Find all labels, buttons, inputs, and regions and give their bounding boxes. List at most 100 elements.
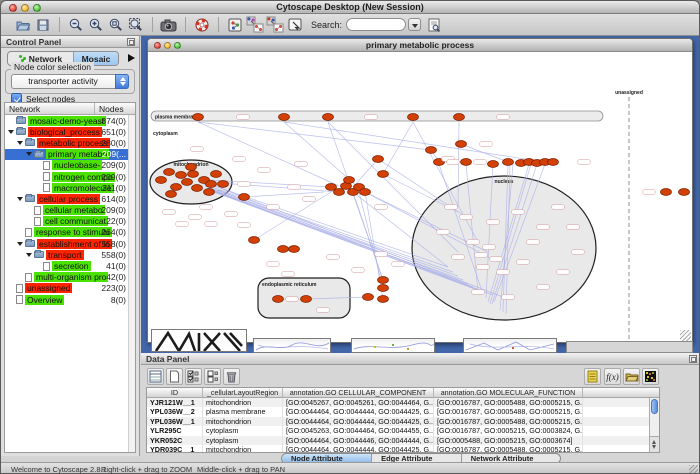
network-node[interactable] — [166, 191, 177, 198]
table-cell[interactable]: YDR039C__1 — [147, 445, 203, 453]
table-row[interactable]: YKR052Ccytoplasm[GO:0044464, GO:0044446,… — [147, 436, 659, 445]
network-edge[interactable] — [198, 122, 431, 150]
network-node[interactable] — [323, 114, 334, 121]
network-canvas[interactable]: plasma membrane cytoplasm mitochondrion … — [148, 52, 692, 342]
table-row[interactable]: YDR039C__1mitochondrion[GO:0044464, GO:0… — [147, 445, 659, 453]
tree-column-network[interactable]: Network — [5, 103, 95, 114]
network-node[interactable] — [661, 189, 672, 196]
tree-column-nodes[interactable]: Nodes — [95, 103, 135, 114]
network-overview-icon[interactable] — [226, 16, 244, 34]
tree-row[interactable]: multi-organism pro42(0) — [5, 272, 135, 283]
tree-row[interactable]: cellular metabo209(0) — [5, 205, 135, 216]
network-node[interactable] — [193, 114, 204, 121]
dropdown-stepper-icon[interactable] — [115, 74, 129, 89]
tree-row[interactable]: biological_process651(0) — [5, 126, 135, 137]
expand-network-selected-icon[interactable] — [246, 16, 264, 34]
table-scrollbar[interactable] — [649, 398, 659, 452]
more-tabs-arrow-icon[interactable] — [128, 54, 135, 62]
table-cell[interactable]: [GO:0016787, GO:0005488, GO:0005215, G..… — [434, 407, 583, 416]
network-node[interactable] — [378, 277, 389, 284]
minimized-window-sliver[interactable] — [566, 341, 693, 353]
table-cell[interactable]: [GO:0044464, GO:0044444, GO:0044425, G..… — [283, 407, 434, 416]
window-resize-grip[interactable] — [689, 465, 698, 474]
float-panel-icon[interactable] — [127, 38, 135, 46]
network-frame[interactable]: primary metabolic process plasma membran… — [147, 38, 693, 343]
network-node[interactable] — [171, 184, 182, 191]
network-node[interactable] — [456, 141, 467, 148]
network-node[interactable] — [488, 161, 499, 168]
tree-row[interactable]: transport558(0) — [5, 249, 135, 260]
create-attribute-icon[interactable] — [166, 368, 183, 385]
network-node[interactable] — [378, 285, 389, 292]
network-edge[interactable] — [353, 159, 378, 187]
mosaic-matrix-icon[interactable] — [642, 368, 659, 385]
search-input[interactable] — [346, 18, 406, 31]
table-row[interactable]: YLR295Ccytoplasm[GO:0045263, GO:0044464,… — [147, 426, 659, 435]
network-node[interactable] — [360, 189, 371, 196]
table-cell[interactable]: plasma membrane — [203, 407, 283, 416]
table-cell[interactable]: [GO:0044464, GO:0044444, GO:0044425, G..… — [283, 417, 434, 426]
tree-row[interactable]: macromolecule311(0) — [5, 182, 135, 193]
table-row[interactable]: YJR121W__1mitochondrion[GO:0045267, GO:0… — [147, 398, 659, 407]
help-lifesaver-icon[interactable] — [193, 16, 211, 34]
tree-row[interactable]: cellular process614(0) — [5, 193, 135, 204]
tree-row[interactable]: metabolic process280(0) — [5, 137, 135, 148]
delete-attribute-icon[interactable] — [223, 368, 240, 385]
tree-scrollbar[interactable] — [128, 115, 135, 452]
network-edge[interactable] — [254, 192, 331, 240]
network-node[interactable] — [503, 159, 514, 166]
network-node[interactable] — [373, 156, 384, 163]
minimized-window-sliver[interactable] — [351, 338, 435, 353]
tree-row[interactable]: establishment of lo558(0) — [5, 238, 135, 249]
node-color-dropdown[interactable]: transporter activity — [11, 74, 129, 89]
table-cell[interactable]: YKR052C — [147, 436, 203, 445]
scrollbar-arrows[interactable] — [650, 436, 659, 452]
scrollbar-thumb[interactable] — [651, 399, 658, 414]
table-cell[interactable]: mitochondrion — [203, 445, 283, 453]
column-header[interactable]: _cellularLayoutRegion — [203, 388, 283, 397]
formula-builder-icon[interactable]: f(x) — [604, 368, 621, 385]
configure-search-icon[interactable] — [425, 16, 443, 34]
tree-row[interactable]: secretion41(0) — [5, 260, 135, 271]
table-cell[interactable]: mitochondrion — [203, 417, 283, 426]
network-frame-titlebar[interactable]: primary metabolic process — [148, 39, 692, 52]
tree-row[interactable]: response to stimulu264(0) — [5, 227, 135, 238]
annotation-icon[interactable] — [286, 16, 304, 34]
network-node[interactable] — [279, 114, 290, 121]
zoom-selected-region-icon[interactable] — [107, 16, 125, 34]
import-attributes-icon[interactable] — [623, 368, 640, 385]
zoom-in-icon[interactable] — [87, 16, 105, 34]
take-snapshot-icon[interactable] — [160, 16, 178, 34]
zoom-out-icon[interactable] — [67, 16, 85, 34]
table-cell[interactable]: [GO:0005488, GO:0005215, GO:0003674] — [434, 436, 583, 445]
table-cell[interactable]: [GO:0016787, GO:0005488, GO:0005215, G..… — [434, 445, 583, 453]
network-node[interactable] — [363, 294, 374, 301]
unselect-attributes-icon[interactable] — [204, 368, 221, 385]
network-node[interactable] — [679, 189, 690, 196]
tree-row[interactable]: primary metabo209(... — [5, 149, 135, 160]
table-row[interactable]: YPL036W__1mitochondrion[GO:0044464, GO:0… — [147, 417, 659, 426]
table-cell[interactable]: YPL036W__1 — [147, 417, 203, 426]
table-cell[interactable]: [GO:0016787, GO:0005215, GO:0003824, G..… — [434, 426, 583, 435]
table-row[interactable]: YPL036W__2plasma membrane[GO:0044464, GO… — [147, 407, 659, 416]
attribute-table-icon[interactable] — [147, 368, 164, 385]
network-node[interactable] — [206, 181, 217, 188]
zoom-fit-content-icon[interactable] — [127, 16, 145, 34]
network-node[interactable] — [301, 296, 312, 303]
table-cell[interactable]: [GO:0045267, GO:0045261, GO:0044464, G..… — [283, 398, 434, 407]
table-cell[interactable]: [GO:0045263, GO:0044464, GO:0044455, G..… — [283, 426, 434, 435]
network-node[interactable] — [461, 159, 472, 166]
network-node[interactable] — [278, 246, 289, 253]
search-dropdown-button[interactable] — [408, 18, 421, 31]
network-node[interactable] — [156, 177, 167, 184]
network-node[interactable] — [188, 171, 199, 178]
column-header[interactable]: ID — [147, 388, 203, 397]
network-node[interactable] — [192, 185, 203, 192]
save-session-icon[interactable] — [34, 16, 52, 34]
tree-row[interactable]: unassigned223(0) — [5, 283, 135, 294]
network-node[interactable] — [218, 181, 229, 188]
network-node[interactable] — [273, 296, 284, 303]
network-node[interactable] — [164, 169, 175, 176]
table-cell[interactable]: [GO:0016787, GO:0005488, GO:0005215, G..… — [434, 398, 583, 407]
float-panel-icon[interactable] — [689, 355, 697, 363]
